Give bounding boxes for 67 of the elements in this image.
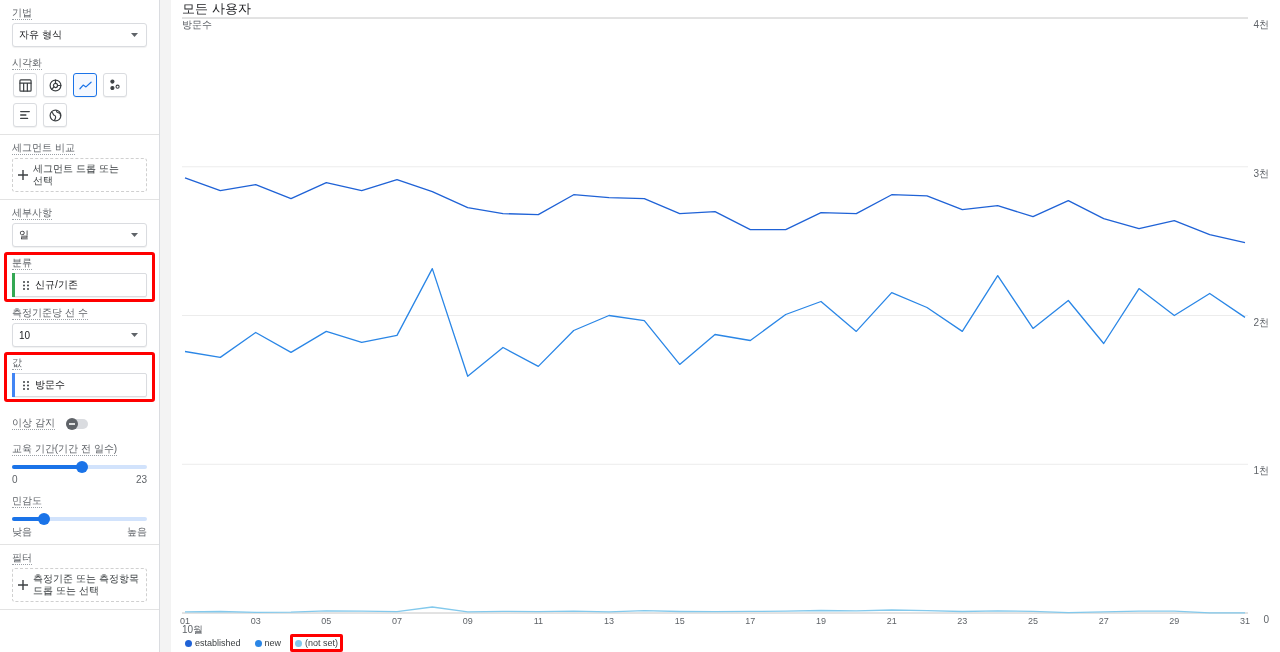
slider-track[interactable] xyxy=(12,513,147,525)
dropdown[interactable]: 일 xyxy=(12,223,147,247)
slider-max-label: 23 xyxy=(135,474,147,485)
chart-title: 모든 사용자 xyxy=(182,2,251,16)
axis-tick-label: 27 xyxy=(1098,616,1109,626)
axis-tick-label: 23 xyxy=(957,616,968,626)
legend-label: (not set) xyxy=(305,637,339,649)
field-label: 민감도 xyxy=(12,495,42,508)
plus-icon xyxy=(18,580,28,590)
slider-track[interactable] xyxy=(12,461,147,473)
axis-tick-label: 21 xyxy=(886,616,897,626)
dropdown[interactable]: 10 xyxy=(12,323,147,347)
axis-tick-label: 25 xyxy=(1028,616,1038,626)
axis-tick-label: 11 xyxy=(533,616,543,626)
axis-title: 방문수 xyxy=(182,19,212,30)
field-label: 세그먼트 비교 xyxy=(12,142,75,155)
axis-tick-label: 29 xyxy=(1169,616,1180,626)
axis-tick-label: 01 xyxy=(180,616,190,626)
axis-tick-label: 3천 xyxy=(1253,167,1269,179)
axis-tick-label: 1천 xyxy=(1253,465,1269,477)
drag-handle-icon[interactable] xyxy=(23,380,29,390)
slider-min-label: 0 xyxy=(12,474,18,485)
slider-min-label: 낮음 xyxy=(12,526,32,537)
legend-label: established xyxy=(195,637,241,649)
caret-icon xyxy=(131,33,138,37)
caret-icon xyxy=(131,333,138,337)
axis-tick-label: 2천 xyxy=(1253,316,1269,328)
axis-tick-label: 09 xyxy=(462,616,473,626)
bar-chart-icon xyxy=(19,109,31,121)
period-label: 10월 xyxy=(182,624,204,634)
axis-tick-label: 4천 xyxy=(1253,19,1269,30)
axis-tick-label: 15 xyxy=(674,616,685,626)
axis-tick-label: 31 xyxy=(1240,616,1250,626)
drag-handle-icon[interactable] xyxy=(23,280,29,290)
pie-chart-icon xyxy=(48,78,62,92)
field-label: 필터 xyxy=(12,552,32,565)
globe-icon xyxy=(48,108,62,122)
field-label: 세부사항 xyxy=(12,207,52,220)
plus-icon xyxy=(18,170,28,180)
axis-tick-label: 0 xyxy=(1263,614,1269,625)
dropdown[interactable]: 자유 형식 xyxy=(12,23,147,47)
slider-thumb[interactable] xyxy=(38,513,51,525)
field-label: 측정기준당 선 수 xyxy=(12,307,88,320)
scatter-plot-icon xyxy=(109,79,121,91)
field-label: 값 xyxy=(12,357,22,370)
caret-icon xyxy=(131,233,138,237)
dimension-chip[interactable]: 방문수 xyxy=(12,373,147,397)
field-label: 분류 xyxy=(12,257,32,270)
field-label: 이상 감지 xyxy=(12,417,55,430)
slider-thumb[interactable] xyxy=(76,461,89,473)
dimension-chip[interactable]: 신규/기존 xyxy=(12,273,147,297)
axis-tick-label: 19 xyxy=(816,616,826,626)
table-icon xyxy=(18,78,32,92)
field-label: 시각화 xyxy=(12,57,42,70)
axis-tick-label: 13 xyxy=(604,616,614,626)
axis-tick-label: 07 xyxy=(392,616,402,626)
slider-max-label: 높음 xyxy=(127,526,147,537)
toggle-switch[interactable] xyxy=(65,418,88,430)
drop-zone[interactable]: 세그먼트 드롭 또는 선택 xyxy=(12,158,147,192)
switch-knob-icon xyxy=(65,418,78,430)
axis-tick-label: 17 xyxy=(745,616,756,626)
axis-tick-label: 03 xyxy=(250,616,261,626)
drop-zone[interactable]: 측정기준 또는 측정항목 드롭 또는 선택 xyxy=(12,568,147,602)
legend-label: new xyxy=(264,637,282,649)
field-label: 기법 xyxy=(12,7,32,20)
field-label: 교육 기간(기간 전 일수) xyxy=(12,443,117,456)
axis-tick-label: 05 xyxy=(321,616,332,626)
